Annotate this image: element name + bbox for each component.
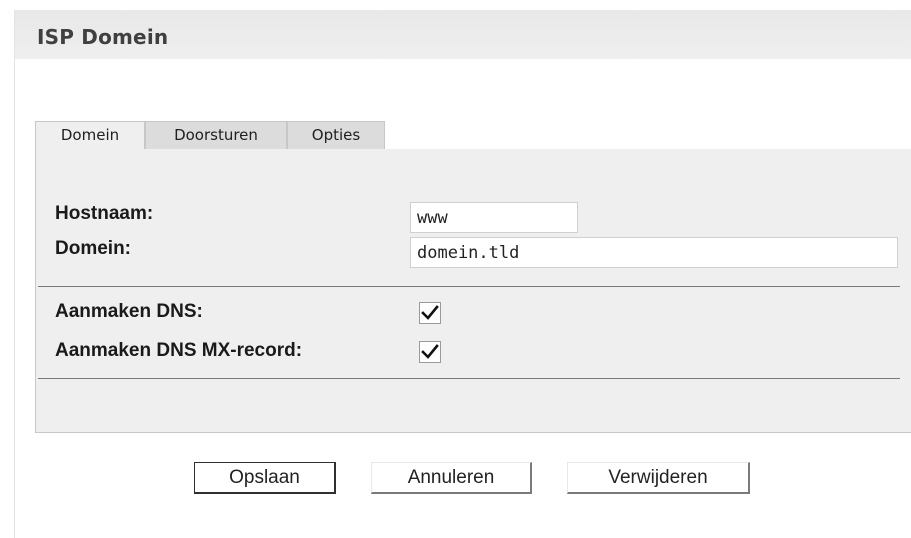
title-bar: ISP Domein (15, 10, 911, 59)
aanmaken-dns-label: Aanmaken DNS: (55, 301, 203, 322)
aanmaken-dns-mx-label: Aanmaken DNS MX-record: (55, 340, 303, 361)
aanmaken-dns-checkbox[interactable] (419, 302, 441, 324)
aanmaken-dns-mx-checkbox[interactable] (419, 341, 441, 363)
section-divider (38, 378, 900, 379)
checkmark-icon (421, 344, 439, 359)
page-title: ISP Domein (37, 25, 169, 49)
tab-opties[interactable]: Opties (287, 121, 385, 149)
section-divider (38, 286, 900, 287)
tab-panel-domein: Hostnaam: Domein: Aanmaken DNS: Aanmaken… (35, 149, 911, 433)
domein-label: Domein: (55, 238, 131, 259)
tab-doorsturen[interactable]: Doorsturen (145, 121, 287, 149)
tab-domein[interactable]: Domein (35, 121, 145, 150)
checkmark-icon (421, 305, 439, 320)
hostnaam-input[interactable] (410, 202, 578, 233)
save-button[interactable]: Opslaan (194, 462, 336, 494)
hostnaam-label: Hostnaam: (55, 203, 154, 224)
domein-input[interactable] (410, 237, 898, 268)
cancel-button[interactable]: Annuleren (371, 462, 532, 494)
window-left-border (14, 10, 15, 538)
delete-button[interactable]: Verwijderen (567, 462, 750, 494)
